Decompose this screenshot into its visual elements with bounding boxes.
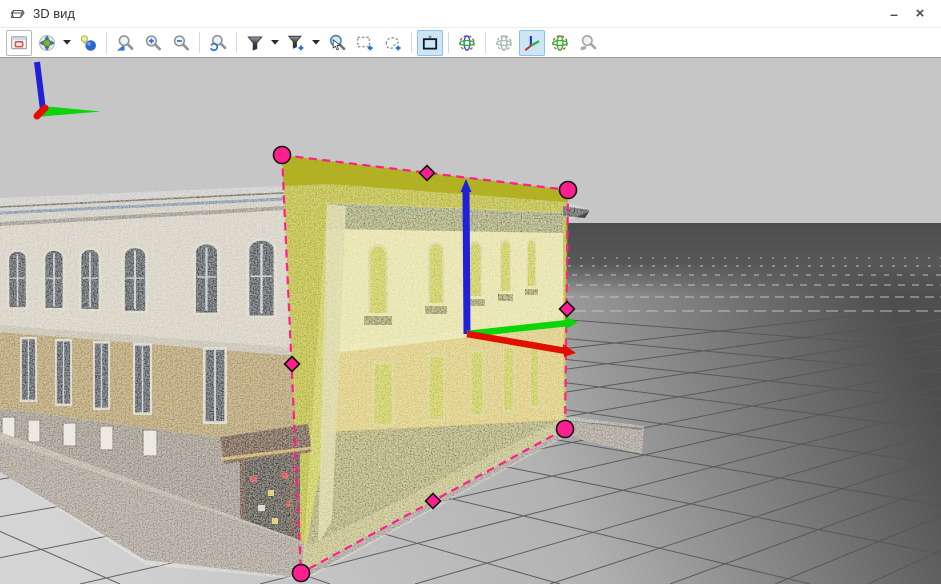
- 3d-scene: [0, 58, 941, 584]
- zoom-fit-button[interactable]: [112, 30, 138, 56]
- orbit-sphere-gray-icon: [495, 34, 513, 52]
- rect-select-add-button[interactable]: [352, 30, 378, 56]
- navigate-cross-icon: [38, 34, 56, 52]
- corner-handle[interactable]: [274, 147, 291, 164]
- corner-handle[interactable]: [293, 565, 310, 582]
- zoom-in-icon: [144, 34, 162, 52]
- zoom-pointer-icon: [328, 34, 346, 52]
- lighting-button[interactable]: [75, 30, 101, 56]
- zoom-out-icon: [172, 34, 190, 52]
- filter-add-dropdown[interactable]: [310, 30, 322, 56]
- zoom-select-button[interactable]: [324, 30, 350, 56]
- orbit-sphere-icon: [458, 34, 476, 52]
- axis-triad-icon: [523, 34, 541, 52]
- title-bar: 3D вид – ×: [0, 0, 941, 28]
- 3d-view-window: 3D вид – ×: [0, 0, 941, 584]
- filter-icon: [246, 34, 264, 52]
- filter-add-button[interactable]: [283, 30, 309, 56]
- zoom-gray-icon: [579, 34, 597, 52]
- filter-add-icon: [287, 34, 305, 52]
- corner-handle[interactable]: [560, 182, 577, 199]
- toolbar-separator: [448, 32, 449, 53]
- bulb-sphere-icon: [79, 34, 97, 52]
- zoom-fit-icon: [116, 34, 134, 52]
- orbit-navigate-dropdown[interactable]: [61, 30, 73, 56]
- toolbar: [0, 28, 941, 58]
- minimize-button[interactable]: –: [881, 2, 907, 26]
- view-window-button[interactable]: [6, 30, 32, 56]
- zoom-reset-button[interactable]: [205, 30, 231, 56]
- plane-edit-button[interactable]: [417, 30, 443, 56]
- axis-view-button[interactable]: [519, 30, 545, 56]
- toolbar-separator: [106, 32, 107, 53]
- toolbar-separator: [199, 32, 200, 53]
- orbit-sphere-green-icon: [551, 34, 569, 52]
- window-title: 3D вид: [33, 6, 75, 21]
- window-icon: [10, 34, 28, 52]
- zoom-tool-button[interactable]: [575, 30, 601, 56]
- corner-handle[interactable]: [557, 421, 574, 438]
- rotate-sphere-2-button[interactable]: [547, 30, 573, 56]
- toolbar-separator: [485, 32, 486, 53]
- lasso-select-add-button[interactable]: [380, 30, 406, 56]
- rotate-sphere-button[interactable]: [454, 30, 480, 56]
- 3d-viewport[interactable]: [0, 58, 941, 584]
- close-button[interactable]: ×: [907, 2, 933, 26]
- zoom-reset-icon: [209, 34, 227, 52]
- plane-rect-icon: [421, 34, 439, 52]
- cube-3d-icon: [9, 7, 26, 21]
- toolbar-separator: [236, 32, 237, 53]
- lasso-select-add-icon: [384, 34, 402, 52]
- zoom-out-button[interactable]: [168, 30, 194, 56]
- orbit-navigate-button[interactable]: [34, 30, 60, 56]
- rect-select-add-icon: [356, 34, 374, 52]
- gizmo-z-axis[interactable]: [466, 190, 467, 334]
- toolbar-separator: [411, 32, 412, 53]
- zoom-in-button[interactable]: [140, 30, 166, 56]
- rotate-sphere-alt-button[interactable]: [491, 30, 517, 56]
- filter-dropdown[interactable]: [269, 30, 281, 56]
- filter-button[interactable]: [242, 30, 268, 56]
